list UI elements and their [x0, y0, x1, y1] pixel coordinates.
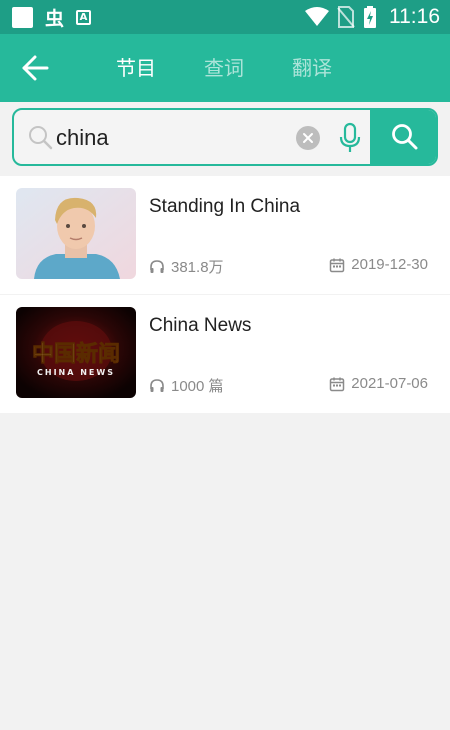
- a-box-icon: A: [76, 9, 92, 25]
- no-sim-icon: [337, 6, 355, 28]
- microphone-icon[interactable]: [336, 122, 364, 154]
- publish-date: 2021-07-06: [329, 375, 428, 392]
- back-button[interactable]: [16, 50, 54, 86]
- close-icon: [303, 133, 313, 143]
- tab-dictionary[interactable]: 查词: [204, 54, 244, 82]
- calendar-icon: [330, 258, 345, 272]
- wifi-icon: [305, 7, 329, 26]
- publish-date: 2019-12-30: [329, 256, 428, 273]
- status-bar: 虫 A 11:16: [0, 0, 450, 34]
- listen-count: 1000 篇: [149, 375, 224, 396]
- status-right-icons: 11:16: [305, 4, 440, 30]
- arrow-left-icon: [22, 55, 49, 81]
- status-left-icons: 虫 A: [12, 5, 92, 30]
- headphones-icon: [150, 378, 164, 392]
- china-news-logo-thumbnail: 中国新闻 CHINA NEWS: [16, 307, 136, 398]
- bug-icon: 虫: [45, 7, 65, 30]
- search-bar: [12, 108, 438, 166]
- result-title: China News: [149, 315, 252, 336]
- results-list: Standing In China 381.8万 2019-12-30 中国新闻…: [0, 176, 450, 413]
- listen-count: 381.8万: [149, 256, 224, 277]
- clear-search-button[interactable]: [296, 126, 320, 150]
- logo-main-text: 中国新闻: [32, 341, 120, 367]
- list-item[interactable]: 中国新闻 CHINA NEWS China News 1000 篇 2021-0…: [0, 295, 450, 413]
- listen-count-text: 1000 篇: [171, 378, 224, 395]
- result-title: Standing In China: [149, 196, 301, 217]
- search-button[interactable]: [370, 110, 436, 164]
- logo-sub-text: CHINA NEWS: [37, 368, 115, 377]
- battery-charging-icon: [364, 6, 376, 28]
- listen-count-text: 381.8万: [171, 259, 224, 276]
- tab-translate[interactable]: 翻译: [292, 54, 332, 82]
- search-input[interactable]: [56, 120, 286, 156]
- portrait-thumbnail: [16, 188, 136, 279]
- list-item[interactable]: Standing In China 381.8万 2019-12-30: [0, 176, 450, 294]
- publish-date-text: 2021-07-06: [351, 375, 428, 392]
- tab-programs[interactable]: 节目: [116, 54, 156, 82]
- search-icon: [29, 126, 53, 150]
- search-icon: [392, 124, 418, 150]
- status-time: 11:16: [389, 5, 440, 28]
- headphones-icon: [150, 259, 164, 273]
- app-bar: 节目 查词 翻译: [0, 34, 450, 102]
- square-notification-icon: [12, 6, 33, 28]
- publish-date-text: 2019-12-30: [351, 256, 428, 273]
- calendar-icon: [330, 377, 345, 391]
